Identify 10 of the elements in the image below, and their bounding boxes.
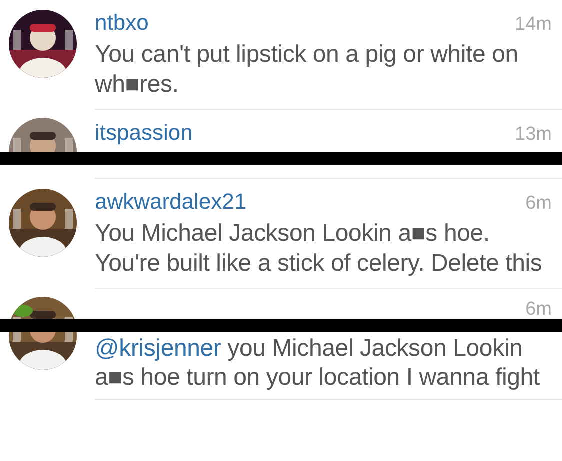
timestamp: 6m xyxy=(526,299,552,319)
comment-text: @krisjenner you Michael Jackson Lookin a■s hoe turn on your location I wanna fight xyxy=(95,334,541,392)
timestamp: 6m xyxy=(526,193,552,215)
username-link[interactable]: ntbxo xyxy=(95,10,149,36)
timestamp: 14m xyxy=(515,14,552,36)
comment-text: You Michael Jackson Lookin a■s hoe. You're built like a stick of celery. Delete this xyxy=(95,219,544,279)
timestamp: 13m xyxy=(515,124,552,146)
comment-text: You can't put lipstick on a pig or white on wh■res. xyxy=(95,40,520,100)
username-link[interactable]: itspassion xyxy=(95,120,193,146)
username-link[interactable]: awkwardalex21 xyxy=(95,189,247,215)
